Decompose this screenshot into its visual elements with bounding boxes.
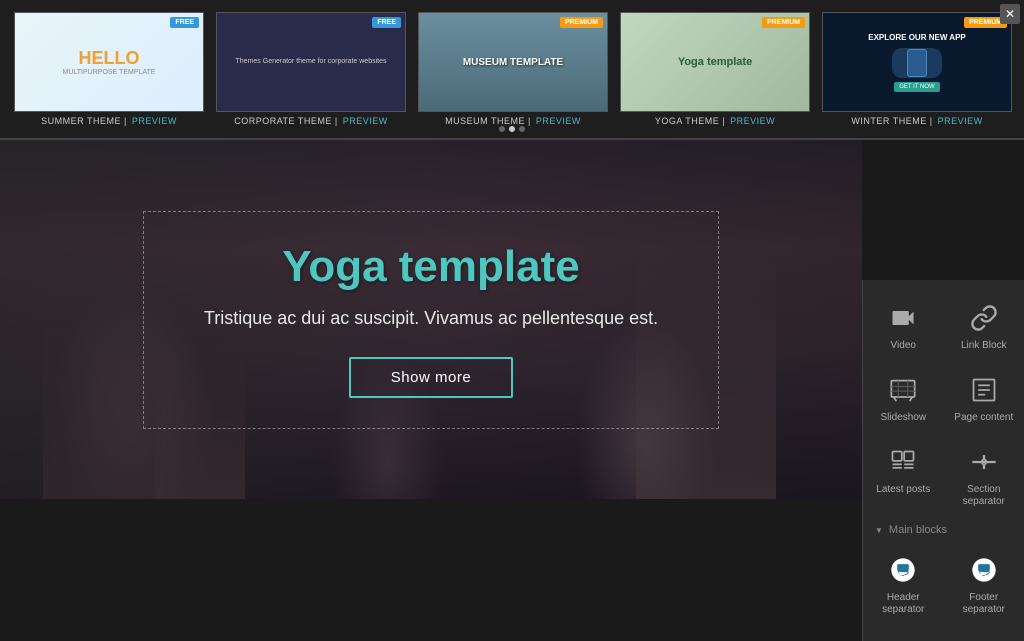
main-blocks-divider: Main blocks [863,518,1024,542]
corporate-text: Themes Generator theme for corporate web… [236,57,387,67]
show-more-button[interactable]: Show more [349,357,513,398]
section-separator-icon [966,444,1002,480]
section-separator-label: Section separator [948,484,1021,508]
theme-bar: HELLO MULTIPURPOSE TEMPLATE FREE SUMMER … [0,0,1024,140]
museum-label: MUSEUM THEME | PREVIEW [418,116,608,126]
slideshow-label: Slideshow [880,412,926,424]
extra-icon [926,636,962,641]
corporate-preview-link[interactable]: PREVIEW [343,116,388,126]
theme-item-corporate[interactable]: Themes Generator theme for corporate web… [216,12,406,126]
yoga-label: YOGA THEME | PREVIEW [620,116,810,126]
close-button[interactable]: ✕ [1000,4,1020,24]
header-separator-label: Header separator [867,592,940,616]
sidebar-item-footer-separator[interactable]: Footer separator [944,542,1024,626]
header-separator-icon [885,552,921,588]
right-sidebar: Video Link Block [862,280,1024,641]
content-box: Yoga template Tristique ac dui ac suscip… [143,211,719,429]
latest-posts-icon [885,444,921,480]
sidebar-item-slideshow[interactable]: Slideshow [863,362,944,434]
sidebar-row-extra [863,626,1024,641]
summer-preview-link[interactable]: PREVIEW [132,116,177,126]
summer-sub: MULTIPURPOSE TEMPLATE [63,69,156,76]
museum-preview-link[interactable]: PREVIEW [536,116,581,126]
sidebar-item-latest-posts[interactable]: Latest posts [863,434,944,518]
winter-thumb: EXPLORE OUR NEW APP GET IT NOW PREMIUM [822,12,1012,112]
museum-text: MUSEUM TEMPLATE [463,57,563,68]
dot-3 [519,126,525,132]
yoga-preview-link[interactable]: PREVIEW [730,116,775,126]
sidebar-item-header-separator[interactable]: Header separator [863,542,944,626]
yoga-thumb: Yoga template PREMIUM [620,12,810,112]
theme-item-yoga[interactable]: Yoga template PREMIUM YOGA THEME | PREVI… [620,12,810,126]
yoga-subtitle: Tristique ac dui ac suscipit. Vivamus ac… [204,308,658,329]
museum-badge: PREMIUM [560,17,603,28]
page-content-icon [966,372,1002,408]
yoga-badge: PREMIUM [762,17,805,28]
sidebar-item-extra[interactable] [863,626,1024,641]
sidebar-item-section-separator[interactable]: Section separator [944,434,1024,518]
dot-2 [509,126,515,132]
dot-1 [499,126,505,132]
theme-item-winter[interactable]: EXPLORE OUR NEW APP GET IT NOW PREMIUM W… [822,12,1012,126]
theme-item-summer[interactable]: HELLO MULTIPURPOSE TEMPLATE FREE SUMMER … [14,12,204,126]
slideshow-icon [885,372,921,408]
sidebar-item-link-block[interactable]: Link Block [944,290,1024,362]
sidebar-row-video-link: Video Link Block [863,290,1024,362]
sidebar-row-slideshow-page: Slideshow Page content [863,362,1024,434]
summer-badge: FREE [170,17,199,28]
yoga-title: Yoga template [204,242,658,292]
video-label: Video [891,340,916,352]
link-block-label: Link Block [961,340,1007,352]
museum-thumb: MUSEUM TEMPLATE PREMIUM [418,12,608,112]
winter-preview-link[interactable]: PREVIEW [938,116,983,126]
main-preview-area: Yoga template Tristique ac dui ac suscip… [0,140,862,499]
sidebar-row-posts-separator: Latest posts Section separator [863,434,1024,518]
sidebar-row-header-footer: Header separator Footer separator [863,542,1024,626]
footer-separator-icon [966,552,1002,588]
corporate-label: CORPORATE THEME | PREVIEW [216,116,406,126]
slider-dots [499,126,525,132]
summer-label: SUMMER THEME | PREVIEW [14,116,204,126]
corporate-badge: FREE [372,17,401,28]
yoga-text: Yoga template [678,56,752,68]
sidebar-item-video[interactable]: Video [863,290,944,362]
page-content-label: Page content [954,412,1013,424]
sidebar-item-page-content[interactable]: Page content [944,362,1024,434]
link-block-icon [966,300,1002,336]
winter-text: EXPLORE OUR NEW APP [868,32,966,43]
theme-item-museum[interactable]: MUSEUM TEMPLATE PREMIUM MUSEUM THEME | P… [418,12,608,126]
main-blocks-label: Main blocks [889,524,947,536]
corporate-thumb: Themes Generator theme for corporate web… [216,12,406,112]
winter-label: WINTER THEME | PREVIEW [822,116,1012,126]
latest-posts-label: Latest posts [876,484,930,496]
video-icon [885,300,921,336]
footer-separator-label: Footer separator [948,592,1021,616]
summer-thumb: HELLO MULTIPURPOSE TEMPLATE FREE [14,12,204,112]
yoga-background: Yoga template Tristique ac dui ac suscip… [0,140,862,499]
summer-hello: HELLO [79,48,140,69]
